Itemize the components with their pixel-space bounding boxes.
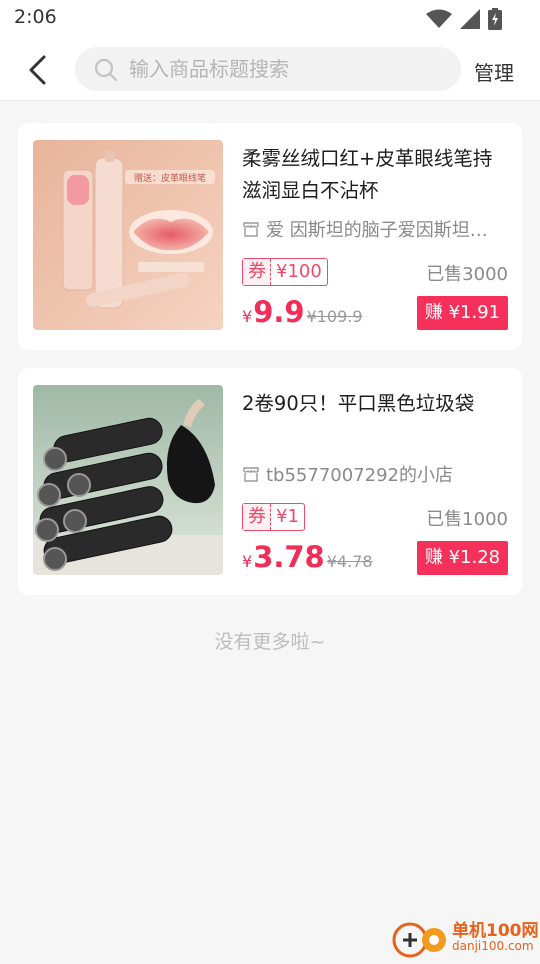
watermark-icon [392, 922, 446, 958]
back-button[interactable] [22, 52, 56, 88]
current-price: 9.9 [253, 295, 305, 329]
back-arrow-icon [29, 55, 46, 85]
price-row: ¥ 9.9 ¥109.9 [242, 295, 363, 329]
earn-button[interactable]: 赚 ¥1.91 [417, 296, 508, 330]
watermark-logo: 单机100网 danji100.com [390, 916, 540, 960]
product-title: 2卷90只！平口黑色垃圾袋 [242, 392, 475, 415]
shop-row: tb5577007292的小店 [242, 461, 510, 487]
signal-icon [460, 9, 480, 29]
price-currency: ¥ [242, 552, 253, 571]
search-icon [94, 58, 118, 82]
coupon-value: ¥1 [276, 506, 299, 527]
image-caption: 赠送：皮革眼线笔 [134, 172, 206, 184]
battery-icon [488, 8, 502, 30]
coupon-badge: 券 ¥1 [242, 503, 305, 531]
sold-count: 已售1000 [426, 509, 508, 530]
status-time: 2:06 [14, 6, 57, 28]
coupon-value: ¥100 [276, 261, 322, 282]
wifi-icon [426, 9, 452, 28]
price-row: ¥ 3.78 ¥4.78 [242, 540, 373, 574]
no-more-text: 没有更多啦~ [214, 631, 326, 653]
shop-row: 爱 因斯坦的脑子爱因斯坦… [242, 216, 510, 242]
watermark-name: 单机100网 [452, 921, 539, 941]
sold-count: 已售3000 [426, 264, 508, 285]
shop-icon [243, 467, 259, 482]
product-title: 柔雾丝绒口红+皮革眼线笔持滋润显白不沾杯 [242, 147, 493, 202]
shop-name: tb5577007292的小店 [266, 465, 454, 486]
original-price: ¥109.9 [306, 307, 363, 326]
coupon-tag: 券 [243, 259, 271, 285]
earn-button[interactable]: 赚 ¥1.28 [417, 541, 508, 575]
status-bar: 2:06 [0, 0, 540, 40]
product-card[interactable]: 赠送：皮革眼线笔 柔雾丝绒口红+皮革眼线笔持滋润显白不沾杯 爱 因斯坦的脑子爱因… [18, 123, 522, 350]
price-currency: ¥ [242, 307, 253, 326]
shop-name: 爱 因斯坦的脑子爱因斯坦… [266, 220, 488, 241]
product-image [33, 385, 223, 575]
original-price: ¥4.78 [326, 552, 373, 571]
search-box[interactable] [75, 47, 461, 91]
search-input[interactable] [129, 47, 449, 91]
coupon-tag: 券 [243, 504, 271, 530]
current-price: 3.78 [253, 540, 325, 574]
coupon-badge: 券 ¥100 [242, 258, 328, 286]
top-header: 管理 [0, 40, 540, 101]
status-icons [426, 8, 502, 30]
watermark-domain: danji100.com [452, 939, 534, 953]
manage-button[interactable]: 管理 [474, 57, 514, 86]
shop-icon [243, 222, 259, 237]
product-card[interactable]: 2卷90只！平口黑色垃圾袋 tb5577007292的小店 券 ¥1 已售100… [18, 368, 522, 595]
product-image: 赠送：皮革眼线笔 [33, 140, 223, 330]
